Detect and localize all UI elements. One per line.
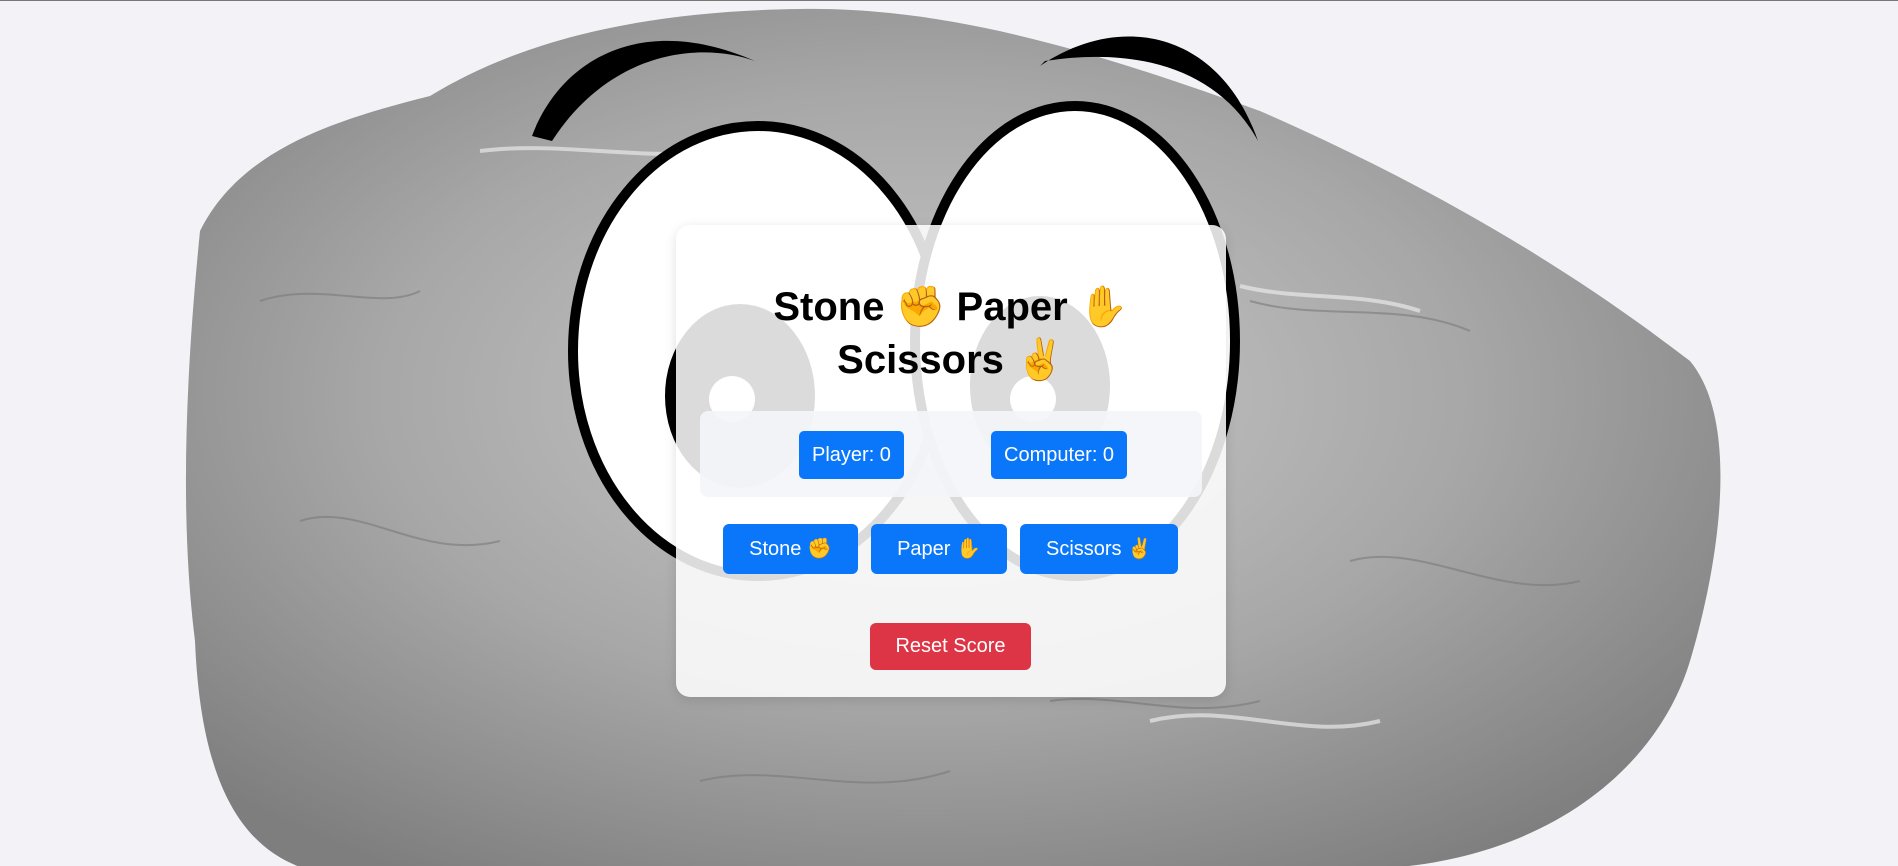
stone-button[interactable]: Stone ✊	[723, 524, 858, 574]
reset-score-button[interactable]: Reset Score	[870, 623, 1031, 670]
score-board: Player: 0 Computer: 0	[700, 411, 1202, 497]
game-title: Stone ✊ Paper ✋ Scissors ✌️	[716, 281, 1186, 387]
title-line-1: Stone ✊ Paper ✋	[773, 285, 1129, 329]
scissors-button[interactable]: Scissors ✌️	[1020, 524, 1178, 574]
game-stage: Stone ✊ Paper ✋ Scissors ✌️ Player: 0 Co…	[0, 0, 1898, 866]
player-score: Player: 0	[799, 431, 904, 479]
computer-score: Computer: 0	[991, 431, 1128, 479]
paper-button[interactable]: Paper ✋	[871, 524, 1007, 574]
game-card: Stone ✊ Paper ✋ Scissors ✌️ Player: 0 Co…	[676, 225, 1226, 697]
title-line-2: Scissors ✌️	[837, 338, 1065, 382]
